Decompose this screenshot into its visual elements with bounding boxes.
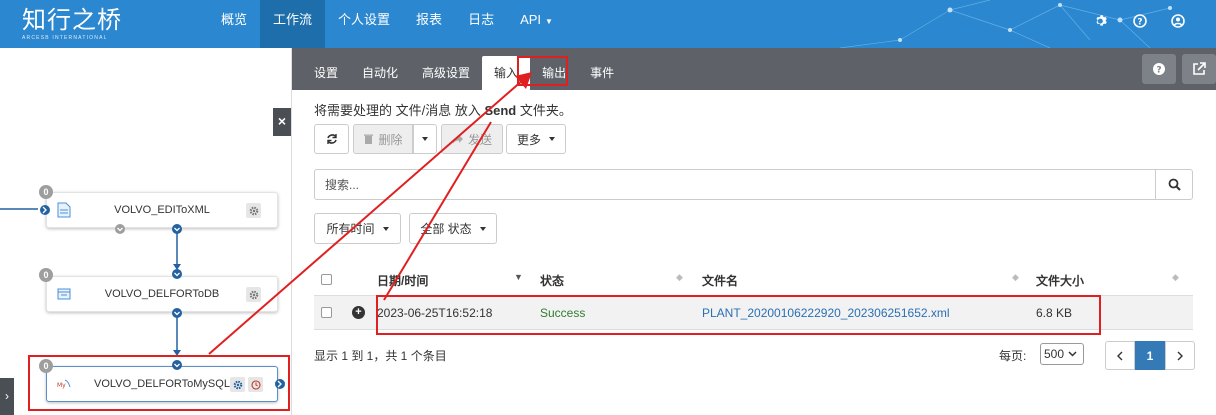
more-button[interactable]: 更多 [506, 124, 566, 154]
chevron-left-icon [1117, 351, 1123, 360]
column-header-status[interactable]: 状态 [540, 272, 564, 289]
brand-logo[interactable]: 知行之桥 ARCESB INTERNATIONAL [22, 6, 122, 41]
next-page-button[interactable] [1165, 341, 1195, 370]
hint-suffix: 文件夹。 [516, 103, 572, 118]
annotation-box-selected-node [28, 355, 290, 411]
nav-item-api[interactable]: API ▼ [507, 0, 566, 48]
more-label: 更多 [516, 132, 541, 147]
node-settings-button[interactable] [246, 287, 261, 302]
table-summary: 显示 1 到 1，共 1 个条目 [314, 349, 447, 363]
panel-help-button[interactable]: ? [1142, 54, 1176, 84]
external-link-icon [1193, 62, 1206, 75]
gear-icon[interactable] [1092, 11, 1112, 31]
status-filter-label: 全部 状态 [420, 222, 472, 236]
node-settings-button[interactable] [246, 203, 261, 218]
search-input[interactable] [314, 169, 1156, 200]
nav-item-profile[interactable]: 个人设置 [325, 0, 403, 48]
send-button[interactable]: 发送 [441, 124, 503, 154]
expand-sidebar-button[interactable]: › [0, 378, 14, 415]
top-nav-bar: 知行之桥 ARCESB INTERNATIONAL 概览 工作流 个人设置 报表… [0, 0, 1216, 48]
main-nav: 概览 工作流 个人设置 报表 日志 API ▼ [208, 0, 566, 48]
per-page-label: 每页: [999, 349, 1027, 363]
status-filter-dropdown[interactable]: 全部 状态 [409, 213, 497, 244]
message-count-badge: 0 [39, 185, 53, 199]
flow-node[interactable]: VOLVO_DELFORToDB [46, 276, 278, 312]
help-icon[interactable]: ? [1130, 11, 1150, 31]
brand-name: 知行之桥 [22, 6, 122, 34]
tab-events[interactable]: 事件 [578, 56, 626, 90]
trash-icon [364, 134, 374, 144]
svg-text:?: ? [1137, 18, 1142, 28]
message-count-badge: 0 [39, 268, 53, 282]
delete-dropdown-toggle[interactable] [413, 124, 437, 154]
prev-page-button[interactable] [1105, 341, 1135, 370]
sort-icon[interactable]: ◆ [676, 272, 683, 283]
tab-advanced[interactable]: 高级设置 [410, 56, 482, 90]
nav-item-workflow[interactable]: 工作流 [260, 0, 326, 48]
brand-tagline: ARCESB INTERNATIONAL [22, 35, 108, 41]
file-icon [57, 202, 71, 218]
page-button-current[interactable]: 1 [1135, 341, 1165, 370]
gear-icon [249, 206, 258, 215]
expand-row-icon[interactable]: + [352, 306, 365, 319]
send-folder-hint: 将需要处理的 文件/消息 放入 Send 文件夹。 [314, 100, 572, 119]
flow-node[interactable]: VOLVO_EDIToXML [46, 192, 278, 228]
delete-button[interactable]: 删除 [353, 124, 413, 154]
popout-button[interactable] [1182, 54, 1216, 84]
delete-label: 删除 [378, 132, 403, 147]
node-label: VOLVO_DELFORToDB [104, 288, 220, 300]
search-icon [1168, 178, 1181, 191]
help-icon: ? [1153, 63, 1165, 76]
column-header-filesize[interactable]: 文件大小 [1036, 272, 1084, 289]
svg-text:?: ? [1156, 66, 1161, 76]
user-icon[interactable] [1168, 11, 1188, 31]
refresh-button[interactable] [314, 124, 349, 154]
nav-item-overview[interactable]: 概览 [208, 0, 260, 48]
send-label: 发送 [467, 132, 492, 147]
annotation-box-file-row [376, 295, 1101, 335]
per-page-value: 500 [1044, 347, 1065, 361]
search-button[interactable] [1155, 169, 1193, 200]
refresh-icon [326, 134, 337, 144]
hint-folder-name: Send [484, 103, 517, 118]
top-icons: ? [1092, 11, 1188, 31]
select-all-checkbox[interactable] [321, 274, 332, 285]
sort-icon[interactable]: ◆ [1172, 272, 1179, 283]
caret-down-icon [549, 137, 555, 141]
chevron-right-icon [1177, 351, 1183, 360]
table-header: 日期/时间 ▼ 状态 ◆ 文件名 ◆ 文件大小 ◆ [314, 262, 1193, 296]
gear-icon [249, 290, 258, 299]
caret-down-icon [479, 226, 486, 231]
hint-prefix: 将需要处理的 文件/消息 放入 [314, 103, 485, 118]
chevron-down-icon [1068, 351, 1077, 357]
column-header-datetime[interactable]: 日期/时间 [377, 272, 428, 289]
time-filter-dropdown[interactable]: 所有时间 [314, 213, 401, 244]
panel-header: 设置 自动化 高级设置 输入 输出 事件 ? [292, 48, 1216, 90]
tab-settings[interactable]: 设置 [302, 56, 350, 90]
pagination: 1 [1105, 341, 1195, 370]
per-page-select[interactable]: 500 [1040, 343, 1084, 365]
sort-icon[interactable]: ◆ [1012, 272, 1019, 283]
close-panel-button[interactable]: × [273, 108, 291, 136]
annotation-box-input-tab [517, 56, 568, 86]
caret-down-icon: ▼ [545, 17, 553, 26]
time-filter-label: 所有时间 [326, 222, 375, 236]
nav-item-reports[interactable]: 报表 [403, 0, 455, 48]
nav-item-logs[interactable]: 日志 [455, 0, 507, 48]
database-icon [57, 288, 71, 300]
column-header-filename[interactable]: 文件名 [702, 272, 738, 289]
caret-down-icon [422, 137, 428, 141]
row-checkbox[interactable] [321, 307, 332, 318]
caret-down-icon [382, 226, 389, 231]
panel-tabs: 设置 自动化 高级设置 输入 输出 事件 [302, 56, 626, 90]
tab-automation[interactable]: 自动化 [350, 56, 410, 90]
node-label: VOLVO_EDIToXML [114, 204, 210, 216]
sort-desc-icon[interactable]: ▼ [514, 272, 523, 282]
share-icon [452, 134, 463, 144]
nav-item-api-label: API [520, 12, 542, 27]
